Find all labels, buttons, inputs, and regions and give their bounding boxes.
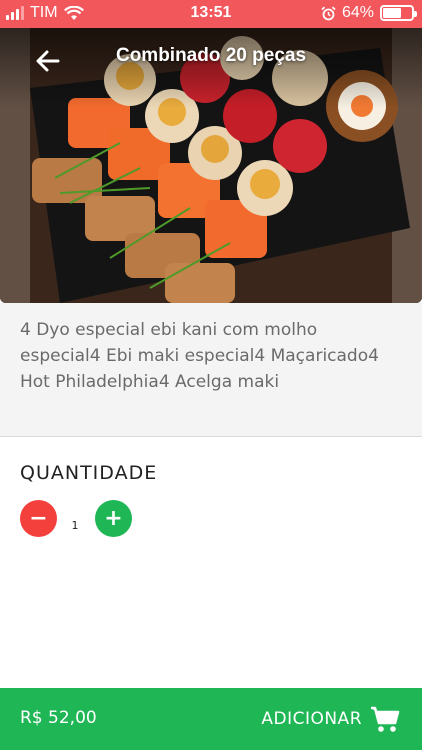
- add-to-cart-label: ADICIONAR: [261, 709, 362, 729]
- product-description: 4 Dyo especial ebi kani com molho especi…: [0, 303, 422, 436]
- battery-percent: 64%: [341, 4, 374, 21]
- page-title: Combinado 20 peças: [115, 45, 307, 66]
- status-bar: TIM 13:51 64%: [0, 0, 422, 28]
- increase-quantity-button[interactable]: +: [95, 500, 132, 537]
- product-image: Combinado 20 peças: [0, 28, 422, 303]
- battery-icon: [380, 5, 417, 21]
- alarm-icon: [321, 6, 336, 20]
- quantity-value: 1: [71, 519, 79, 532]
- bottom-bar: R$ 52,00 ADICIONAR: [0, 688, 422, 750]
- divider: [0, 436, 422, 437]
- status-right: 64%: [321, 4, 417, 22]
- add-to-cart-button[interactable]: ADICIONAR: [261, 700, 400, 738]
- decrease-quantity-button[interactable]: −: [20, 500, 57, 537]
- cart-icon: [371, 706, 400, 732]
- price-label: R$ 52,00: [20, 708, 97, 728]
- battery-fill: [383, 8, 401, 18]
- quantity-title: QUANTIDADE: [20, 462, 158, 484]
